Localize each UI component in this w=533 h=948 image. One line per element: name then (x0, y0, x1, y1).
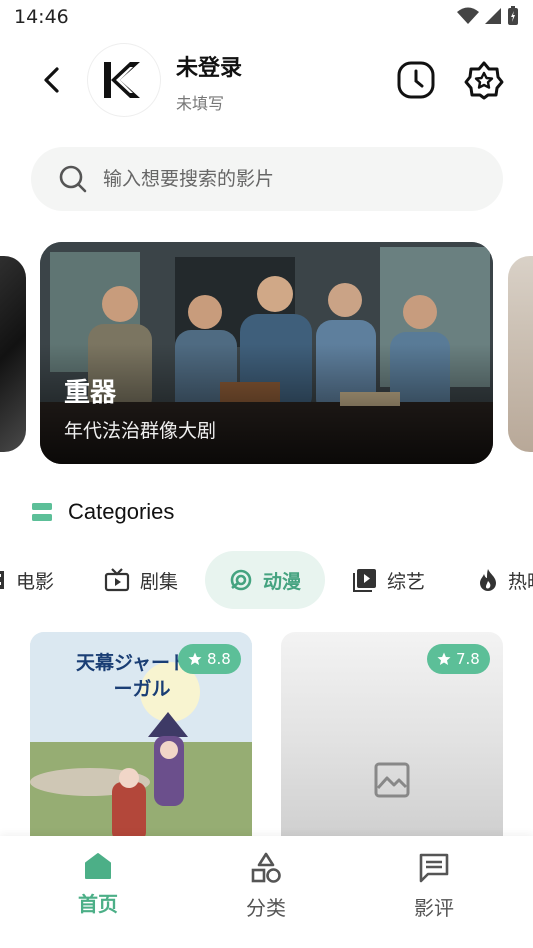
star-icon (188, 652, 202, 665)
play-square-icon (353, 569, 376, 592)
tab-label: 电影 (16, 570, 55, 593)
flame-icon (480, 569, 496, 591)
tab-variety[interactable]: 综艺 (353, 551, 425, 609)
tab-label: 剧集 (140, 570, 179, 593)
tab-movie[interactable]: 电影 (0, 551, 54, 609)
category-tabs: 电影 剧集 动漫 综艺 热映 (0, 551, 533, 609)
history-button[interactable] (394, 58, 438, 102)
nav-label: 首页 (78, 892, 118, 916)
star-icon (437, 652, 451, 665)
clock-icon (397, 61, 435, 99)
rating-badge: 8.8 (178, 644, 241, 674)
battery-icon (508, 6, 518, 25)
banner-slide[interactable]: 重器 年代法治群像大剧 (40, 242, 493, 464)
favorite-button[interactable] (462, 58, 506, 102)
tv-icon (104, 568, 130, 592)
categories-header: Categories (32, 496, 174, 528)
tab-hot[interactable]: 热映 (478, 551, 533, 609)
nav-label: 影评 (414, 896, 454, 920)
banner-slide-next[interactable] (508, 256, 533, 452)
content-card[interactable]: 7.8 (281, 632, 503, 842)
message-icon (419, 853, 449, 883)
signal-icon (485, 8, 501, 24)
nav-categories[interactable]: 分类 (206, 852, 326, 921)
nav-reviews[interactable]: 影评 (374, 852, 494, 921)
shapes-icon (251, 852, 281, 883)
content-grid: 天幕ジャードゥーガル 8.8 7.8 (0, 632, 533, 842)
star-badge-icon (464, 61, 504, 100)
tab-label: 热映 (508, 570, 533, 593)
tab-label: 综艺 (387, 570, 426, 593)
banner-title: 重器 (64, 378, 117, 408)
banner-slide-previous[interactable] (0, 256, 26, 452)
content-card[interactable]: 天幕ジャードゥーガル 8.8 (30, 632, 252, 842)
home-icon (85, 853, 111, 879)
header: 未登录 未填写 (0, 40, 533, 120)
avatar[interactable] (88, 44, 160, 116)
image-placeholder-icon (374, 762, 410, 798)
search-icon (59, 165, 87, 193)
categories-title: Categories (68, 499, 175, 524)
k-logo-icon (104, 62, 140, 98)
back-button[interactable] (32, 60, 72, 100)
wifi-icon (457, 7, 479, 24)
search-input[interactable] (103, 147, 483, 211)
status-bar: 14:46 (0, 0, 533, 36)
list-icon (32, 503, 52, 521)
nav-label: 分类 (246, 896, 286, 920)
tab-series[interactable]: 剧集 (104, 551, 178, 609)
user-name: 未登录 (176, 56, 243, 81)
rating-value: 7.8 (456, 650, 480, 668)
rating-value: 8.8 (207, 650, 231, 668)
banner-subtitle: 年代法治群像大剧 (64, 420, 217, 442)
user-subtitle: 未填写 (176, 94, 225, 113)
nav-home[interactable]: 首页 (38, 852, 158, 917)
bottom-nav: 首页 分类 影评 (0, 836, 533, 948)
film-icon (0, 571, 4, 589)
banner-carousel[interactable]: 重器 年代法治群像大剧 (0, 242, 533, 466)
status-time: 14:46 (14, 6, 69, 28)
anime-icon (230, 569, 252, 591)
search-bar[interactable] (31, 147, 503, 211)
tab-anime[interactable]: 动漫 (205, 551, 326, 609)
status-icons (457, 6, 519, 26)
rating-badge: 7.8 (427, 644, 490, 674)
tab-label: 动漫 (263, 570, 302, 593)
back-arrow-icon (44, 67, 59, 93)
